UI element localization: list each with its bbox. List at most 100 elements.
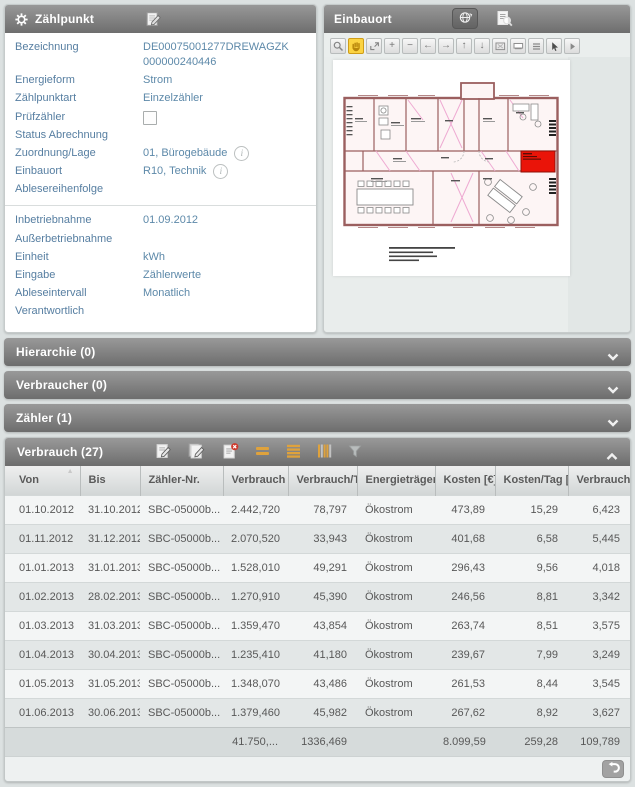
total-cell	[357, 727, 435, 756]
verbrauch-table: Von▲BisZähler-Nr.VerbrauchVerbrauch/TEne…	[5, 466, 630, 781]
table-cell: 296,43	[435, 553, 495, 582]
accordion-hierarchie[interactable]: Hierarchie (0)	[4, 338, 631, 366]
table-row[interactable]: 01.05.201331.05.2013SBC-05000b...1.348,0…	[5, 669, 630, 698]
table-cell: 30.06.2013	[80, 698, 140, 727]
column-header[interactable]: Verbrauch/m	[568, 466, 630, 495]
table-cell: 473,89	[435, 495, 495, 524]
column-header[interactable]: Von▲	[5, 466, 80, 495]
table-cell: 261,53	[435, 669, 495, 698]
verbrauch-tbody: 01.10.201231.10.2012SBC-05000b...2.442,7…	[5, 495, 630, 727]
field-value-text: Strom	[143, 73, 172, 88]
table-cell: 3,545	[568, 669, 630, 698]
field-label: Status Abrechnung	[15, 128, 143, 143]
column-header[interactable]: Kosten/Tag [€	[495, 466, 568, 495]
table-cell: 31.05.2013	[80, 669, 140, 698]
table-cell: 5,445	[568, 524, 630, 553]
field-value-text: DE00075001277DREWAGZK000000240446	[143, 40, 293, 70]
table-row[interactable]: 01.06.201330.06.2013SBC-05000b...1.379,4…	[5, 698, 630, 727]
column-header[interactable]: Energieträger	[357, 466, 435, 495]
document-preview-button[interactable]	[496, 10, 513, 31]
field-label: Inbetriebnahme	[15, 213, 143, 228]
edit-row-button[interactable]	[155, 442, 172, 462]
table-cell: 01.02.2013	[5, 582, 80, 611]
table-cell: 239,67	[435, 640, 495, 669]
column-header[interactable]: Bis	[80, 466, 140, 495]
table-cell: SBC-05000b...	[140, 495, 223, 524]
legend-button[interactable]	[528, 38, 544, 54]
pan-left-button[interactable]: ←	[420, 38, 436, 54]
total-kosten-tag: 259,28	[495, 727, 568, 756]
field-row: EnergieformStrom	[15, 73, 306, 88]
field-label: Zählpunktart	[15, 91, 143, 106]
table-row[interactable]: 01.03.201331.03.2013SBC-05000b...1.359,4…	[5, 611, 630, 640]
field-value: 01, Bürogebäudei	[143, 146, 306, 161]
magnifier-tool-button[interactable]	[330, 38, 346, 54]
undo-button[interactable]	[602, 760, 624, 778]
table-row[interactable]: 01.02.201328.02.2013SBC-05000b...1.270,9…	[5, 582, 630, 611]
cursor-select-button[interactable]	[546, 38, 562, 54]
vertical-bars-view-button[interactable]	[317, 444, 332, 461]
column-header[interactable]: Verbrauch	[223, 466, 288, 495]
table-cell: 6,423	[568, 495, 630, 524]
map-area[interactable]	[324, 57, 630, 333]
four-bars-view-button[interactable]	[286, 444, 301, 461]
info-icon[interactable]: i	[234, 146, 249, 161]
table-cell: 15,29	[495, 495, 568, 524]
verbrauch-table-head: Von▲BisZähler-Nr.VerbrauchVerbrauch/TEne…	[5, 466, 630, 495]
globe-refresh-button[interactable]	[452, 8, 478, 29]
column-header[interactable]: Zähler-Nr.	[140, 466, 223, 495]
two-bars-view-button[interactable]	[255, 444, 270, 461]
table-row[interactable]: 01.01.201331.01.2013SBC-05000b...1.528,0…	[5, 553, 630, 582]
plus-icon: +	[389, 41, 395, 51]
table-cell: Ökostrom	[357, 611, 435, 640]
field-value	[143, 232, 306, 247]
accordion-zaehler[interactable]: Zähler (1)	[4, 404, 631, 432]
table-cell: SBC-05000b...	[140, 698, 223, 727]
edit-zaehlpunkt-button[interactable]	[145, 10, 162, 30]
accordion-verbraucher[interactable]: Verbraucher (0)	[4, 371, 631, 399]
column-header[interactable]: Kosten [€]	[435, 466, 495, 495]
table-cell: 45,982	[288, 698, 357, 727]
resize-tool-button[interactable]	[366, 38, 382, 54]
field-value: R10, Technik i	[143, 164, 306, 179]
field-label: Zuordnung/Lage	[15, 146, 143, 161]
play-button[interactable]	[564, 38, 580, 54]
note-edit-multi-icon	[188, 442, 206, 462]
total-cell	[80, 727, 140, 756]
field-value-text: R10, Technik	[143, 164, 206, 179]
table-cell: 263,74	[435, 611, 495, 640]
verbrauch-header[interactable]: Verbrauch (27)	[5, 438, 630, 466]
delete-row-button[interactable]	[222, 442, 239, 462]
total-verbrauch-tag: 1336,469	[288, 727, 357, 756]
table-row[interactable]: 01.04.201330.04.2013SBC-05000b...1.235,4…	[5, 640, 630, 669]
table-cell: 9,56	[495, 553, 568, 582]
zoom-in-button[interactable]: +	[384, 38, 400, 54]
zoom-out-button[interactable]: −	[402, 38, 418, 54]
info-icon[interactable]: i	[213, 164, 228, 179]
zaehlpunkt-panel-header: Zählpunkt	[5, 5, 316, 33]
column-header[interactable]: Verbrauch/T	[288, 466, 357, 495]
table-cell: 8,51	[495, 611, 568, 640]
overview-button[interactable]	[510, 38, 526, 54]
table-cell: 1.348,070	[223, 669, 288, 698]
field-label: Ablesereihenfolge	[15, 182, 143, 197]
field-label: Einheit	[15, 250, 143, 265]
table-row[interactable]: 01.11.201231.12.2012SBC-05000b...2.070,5…	[5, 524, 630, 553]
zaehlpunkt-fields: BezeichnungDE00075001277DREWAGZK00000024…	[5, 33, 316, 327]
table-row[interactable]: 01.10.201231.10.2012SBC-05000b...2.442,7…	[5, 495, 630, 524]
hand-pan-tool-button[interactable]	[348, 38, 364, 54]
field-row: EinheitkWh	[15, 250, 306, 265]
table-cell: 1.528,010	[223, 553, 288, 582]
table-cell: 33,943	[288, 524, 357, 553]
pan-up-button[interactable]: ↑	[456, 38, 472, 54]
zoom-extent-button[interactable]	[492, 38, 508, 54]
field-label: Eingabe	[15, 268, 143, 283]
pan-right-button[interactable]: →	[438, 38, 454, 54]
field-value-text: 01.09.2012	[143, 213, 198, 228]
edit-multiple-button[interactable]	[188, 442, 206, 462]
pan-down-button[interactable]: ↓	[474, 38, 490, 54]
four-bars-icon	[286, 444, 301, 461]
filter-button[interactable]	[348, 444, 362, 461]
table-cell: Ökostrom	[357, 582, 435, 611]
pruefzaehler-checkbox[interactable]	[143, 111, 157, 125]
